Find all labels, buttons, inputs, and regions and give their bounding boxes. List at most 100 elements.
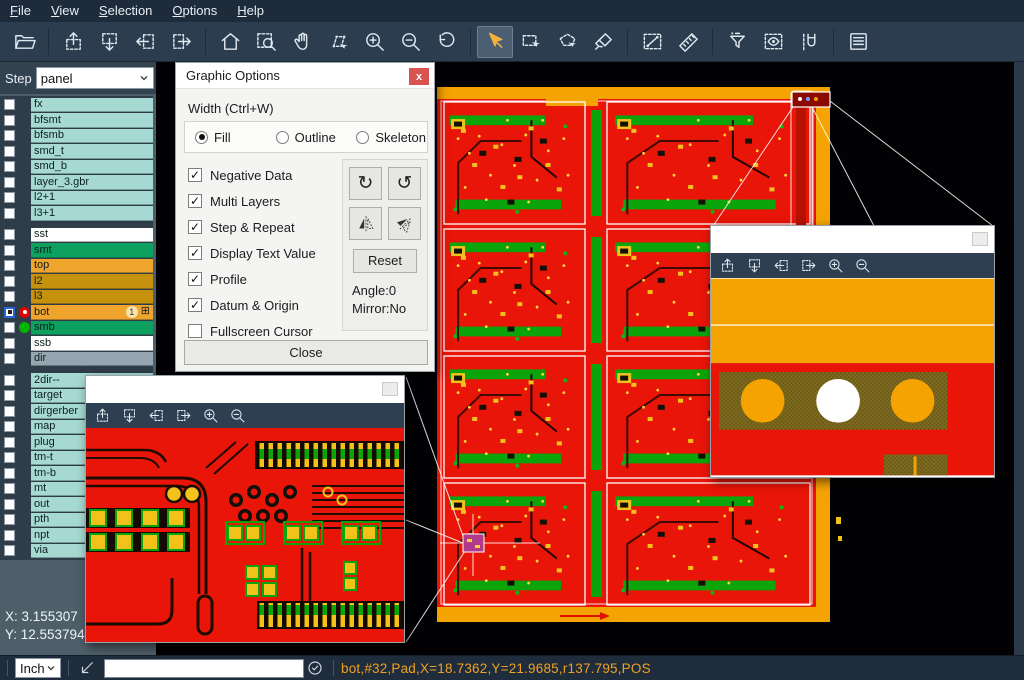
layer-row-bfsmb[interactable]: bfsmb	[0, 128, 153, 144]
layer-visibility-checkbox[interactable]	[4, 245, 15, 256]
check-step-repeat[interactable]: ✓Step & Repeat	[188, 214, 316, 240]
reset-button[interactable]: Reset	[353, 249, 417, 273]
zoom-in-button[interactable]	[356, 26, 392, 58]
layer-visibility-checkbox[interactable]	[4, 161, 15, 172]
layer-row-l3[interactable]: l3	[0, 289, 153, 305]
pan-up-button[interactable]	[90, 405, 115, 426]
layer-visibility-checkbox[interactable]	[4, 406, 15, 417]
checkbox[interactable]: ✓	[188, 220, 202, 234]
radio-circle[interactable]	[356, 131, 369, 144]
radio-fill[interactable]: Fill	[195, 130, 266, 145]
view-options-button[interactable]	[755, 26, 791, 58]
layer-visibility-checkbox[interactable]	[4, 545, 15, 556]
layer-row-smd_b[interactable]: smd_b	[0, 159, 153, 175]
layer-visibility-checkbox[interactable]	[4, 437, 15, 448]
layer-row-smd_t[interactable]: smd_t	[0, 144, 153, 160]
checkbox[interactable]: ✓	[188, 168, 202, 182]
layer-visibility-checkbox[interactable]	[4, 229, 15, 240]
menu-options[interactable]: Options	[162, 0, 227, 22]
check-negative-data[interactable]: ✓Negative Data	[188, 162, 316, 188]
canvas-scrollbar[interactable]	[1014, 62, 1024, 655]
pan-left-button[interactable]	[127, 26, 163, 58]
menu-help[interactable]: Help	[227, 0, 274, 22]
checkbox[interactable]: ✓	[188, 246, 202, 260]
layer-row-l3+1[interactable]: l3+1	[0, 206, 153, 222]
layer-visibility-checkbox[interactable]	[4, 468, 15, 479]
pan-right-button[interactable]	[796, 255, 821, 276]
close-icon[interactable]: x	[409, 68, 429, 85]
layer-row-smt[interactable]: smt	[0, 243, 153, 259]
layer-row-dir[interactable]: dir	[0, 351, 153, 367]
select-rectangle-button[interactable]	[513, 26, 549, 58]
layer-visibility-checkbox[interactable]	[4, 208, 15, 219]
rotate-cw-button[interactable]: ↻	[349, 167, 382, 200]
radio-circle[interactable]	[276, 131, 289, 144]
filter-button[interactable]	[719, 26, 755, 58]
checkbox[interactable]	[188, 324, 202, 338]
layer-row-smb[interactable]: smb	[0, 320, 153, 336]
pan-down-button[interactable]	[742, 255, 767, 276]
menu-selection[interactable]: Selection	[89, 0, 162, 22]
layer-visibility-checkbox[interactable]	[4, 514, 15, 525]
layer-visibility-checkbox[interactable]	[4, 177, 15, 188]
sync-check-icon[interactable]	[306, 659, 324, 677]
zoom-window-detail[interactable]	[85, 375, 405, 643]
close-button[interactable]: Close	[184, 340, 428, 365]
pan-down-button[interactable]	[91, 26, 127, 58]
layer-row-l2[interactable]: l2	[0, 274, 153, 290]
layer-visibility-checkbox[interactable]	[4, 291, 15, 302]
home-view-button[interactable]	[212, 26, 248, 58]
layers-panel-button[interactable]	[840, 26, 876, 58]
unit-select[interactable]: Inch	[15, 658, 61, 678]
zoom-window-title-bar[interactable]	[86, 376, 404, 403]
step-select[interactable]: panel	[36, 67, 154, 89]
pan-right-button[interactable]	[171, 405, 196, 426]
layer-visibility-checkbox[interactable]	[4, 353, 15, 364]
pan-left-button[interactable]	[144, 405, 169, 426]
layer-visibility-checkbox[interactable]	[4, 115, 15, 126]
layer-visibility-checkbox[interactable]	[4, 322, 15, 333]
radio-skeleton[interactable]: Skeleton	[356, 130, 427, 145]
layer-visibility-checkbox[interactable]	[4, 276, 15, 287]
grid-icon[interactable]: ⊞	[141, 306, 150, 317]
select-polygon-button[interactable]	[549, 26, 585, 58]
rotate-ccw-button[interactable]: ↺	[388, 167, 421, 200]
measure-ruler-button[interactable]	[670, 26, 706, 58]
menu-file[interactable]: File	[0, 0, 41, 22]
layer-row-fx[interactable]: fx	[0, 97, 153, 113]
clear-highlight-button[interactable]	[585, 26, 621, 58]
snap-button[interactable]	[791, 26, 827, 58]
open-file-button[interactable]	[6, 26, 42, 58]
zoom-out-button[interactable]	[225, 405, 250, 426]
layer-visibility-checkbox[interactable]	[4, 421, 15, 432]
zoom-window-title-bar[interactable]	[711, 226, 994, 253]
layer-visibility-checkbox[interactable]	[4, 375, 15, 386]
check-display-text-value[interactable]: ✓Display Text Value	[188, 240, 316, 266]
transform-vertex-button[interactable]	[320, 26, 356, 58]
checkbox[interactable]: ✓	[188, 194, 202, 208]
pan-hand-button[interactable]	[284, 26, 320, 58]
window-menu-button[interactable]	[972, 232, 988, 246]
window-menu-button[interactable]	[382, 382, 398, 396]
angle-mode-icon[interactable]	[78, 659, 96, 677]
layer-visibility-checkbox[interactable]	[4, 192, 15, 203]
check-datum-origin[interactable]: ✓Datum & Origin	[188, 292, 316, 318]
zoom-out-button[interactable]	[392, 26, 428, 58]
layer-visibility-checkbox[interactable]	[4, 307, 15, 318]
layer-visibility-checkbox[interactable]	[4, 499, 15, 510]
pan-left-button[interactable]	[769, 255, 794, 276]
zoom-previous-button[interactable]	[428, 26, 464, 58]
layer-visibility-checkbox[interactable]	[4, 530, 15, 541]
checkbox[interactable]: ✓	[188, 298, 202, 312]
zoom-in-button[interactable]	[198, 405, 223, 426]
layer-row-bot[interactable]: bot1⊞	[0, 305, 153, 321]
layer-visibility-checkbox[interactable]	[4, 390, 15, 401]
zoom-in-button[interactable]	[823, 255, 848, 276]
pan-up-button[interactable]	[55, 26, 91, 58]
zoom-out-button[interactable]	[850, 255, 875, 276]
layer-row-top[interactable]: top	[0, 258, 153, 274]
select-cursor-button[interactable]	[477, 26, 513, 58]
menu-view[interactable]: View	[41, 0, 89, 22]
radio-circle[interactable]	[195, 131, 208, 144]
layer-visibility-checkbox[interactable]	[4, 483, 15, 494]
